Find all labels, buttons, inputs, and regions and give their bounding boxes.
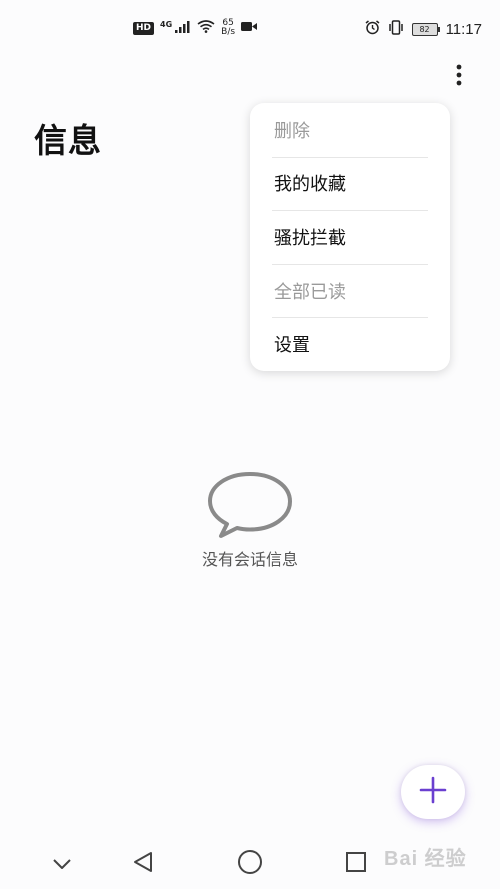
back-button[interactable] bbox=[125, 846, 161, 882]
vibrate-icon bbox=[388, 19, 404, 39]
menu-item-settings[interactable]: 设置 bbox=[250, 317, 450, 371]
menu-item-spam-block[interactable]: 骚扰拦截 bbox=[250, 210, 450, 264]
back-triangle-icon bbox=[132, 851, 154, 877]
popup-menu: 删除 我的收藏 骚扰拦截 全部已读 设置 bbox=[250, 103, 450, 371]
empty-state-text: 没有会话信息 bbox=[201, 550, 298, 569]
menu-item-label: 骚扰拦截 bbox=[274, 227, 346, 249]
recents-square-icon bbox=[345, 851, 367, 877]
plus-icon bbox=[419, 776, 447, 808]
status-bar-left: HD 4G 65 B/s bbox=[133, 18, 258, 38]
network-speed: 65 B/s bbox=[221, 19, 235, 37]
clock: 11:17 bbox=[445, 20, 482, 38]
more-vertical-icon bbox=[456, 64, 462, 90]
menu-item-favorites[interactable]: 我的收藏 bbox=[250, 156, 450, 211]
menu-item-mark-all-read[interactable]: 全部已读 bbox=[250, 263, 450, 318]
more-options-button[interactable] bbox=[444, 62, 474, 92]
menu-item-label: 删除 bbox=[274, 120, 310, 142]
menu-item-delete[interactable]: 删除 bbox=[250, 103, 450, 157]
new-message-button[interactable] bbox=[401, 765, 465, 819]
network-speed-unit: B/s bbox=[221, 27, 236, 37]
network-type: 4G bbox=[160, 19, 173, 29]
battery-level: 82 bbox=[419, 24, 430, 34]
home-circle-icon bbox=[237, 849, 263, 879]
menu-item-label: 全部已读 bbox=[274, 281, 346, 303]
status-bar: HD 4G 65 B/s 82 11:17 bbox=[0, 0, 500, 60]
signal-icon bbox=[175, 20, 191, 36]
collapse-button[interactable] bbox=[44, 846, 80, 882]
home-button[interactable] bbox=[232, 846, 268, 882]
chat-bubble-icon bbox=[205, 470, 295, 540]
battery-icon: 82 bbox=[411, 22, 440, 36]
status-bar-right: 82 11:17 bbox=[365, 18, 482, 40]
menu-item-label: 我的收藏 bbox=[274, 174, 346, 196]
chevron-down-icon bbox=[52, 855, 72, 874]
page-title: 信息 bbox=[34, 121, 102, 160]
alarm-icon bbox=[365, 19, 380, 39]
wifi-icon bbox=[197, 20, 215, 36]
menu-item-label: 设置 bbox=[274, 335, 310, 357]
watermark: Bai 经验 bbox=[384, 848, 467, 870]
recents-button[interactable] bbox=[338, 846, 374, 882]
hd-badge: HD bbox=[133, 21, 155, 35]
video-icon bbox=[241, 21, 258, 35]
